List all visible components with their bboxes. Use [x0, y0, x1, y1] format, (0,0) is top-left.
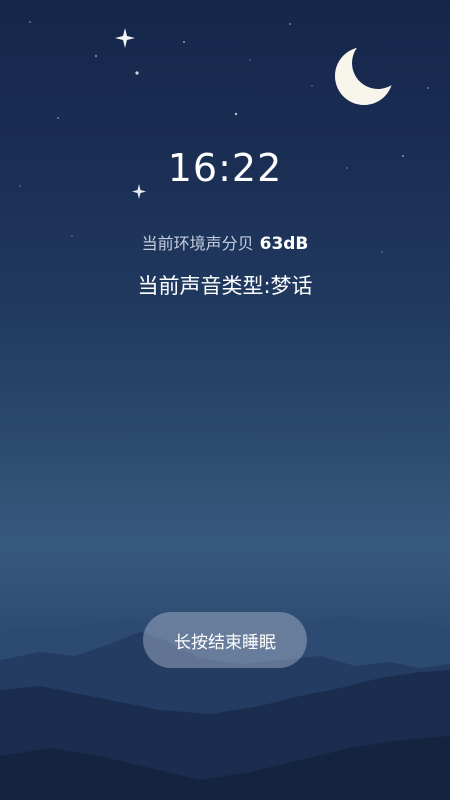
mountain-landscape: [0, 616, 450, 800]
ambient-decibel-value: 63dB: [259, 234, 309, 254]
ambient-decibel-label: 当前环境声分贝: [141, 234, 254, 253]
star-dot: [289, 23, 291, 25]
star-dot: [57, 117, 59, 119]
star-dot: [135, 71, 139, 75]
ambient-decibel: 当前环境声分贝 63dB: [0, 230, 450, 254]
crescent-moon-icon: [330, 38, 404, 112]
star-icon: [115, 28, 135, 48]
star-dot: [249, 59, 251, 61]
star-dot: [427, 87, 429, 89]
end-sleep-button[interactable]: 长按结束睡眠: [143, 612, 307, 668]
star-dot: [95, 55, 97, 57]
star-dot: [234, 112, 238, 116]
star-dot: [311, 85, 313, 87]
clock-time: 16:22: [167, 146, 283, 190]
sleep-screen: 16:22 当前环境声分贝 63dB 当前声音类型:梦话 长按结束睡眠: [0, 0, 450, 800]
star-dot: [29, 21, 31, 23]
sound-type-label: 当前声音类型:梦话: [137, 274, 313, 298]
star-dot: [183, 41, 185, 43]
